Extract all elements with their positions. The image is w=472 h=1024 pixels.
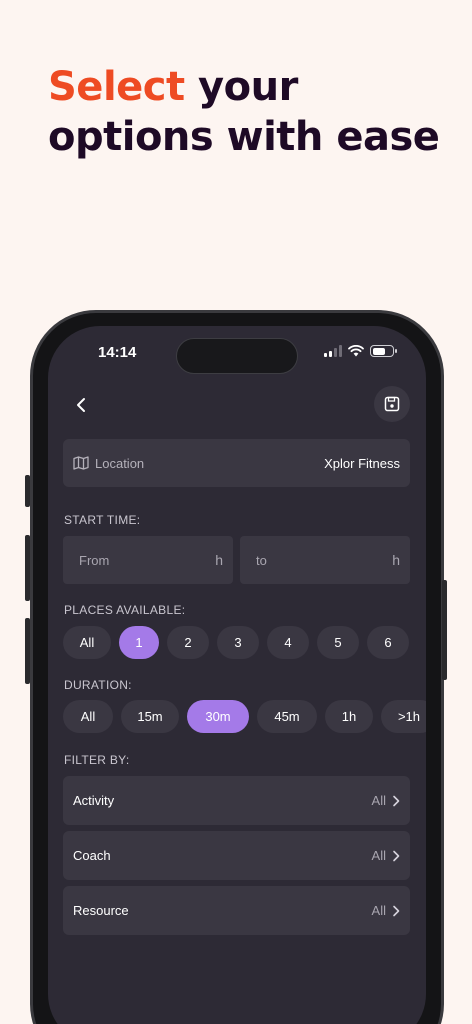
filter-value: All xyxy=(371,848,386,863)
to-placeholder: to xyxy=(256,552,267,568)
to-unit: h xyxy=(392,552,400,568)
from-placeholder: From xyxy=(79,552,110,568)
location-value: Xplor Fitness xyxy=(324,455,400,471)
duration-scroll[interactable]: All 15m 30m 45m 1h >1h xyxy=(48,700,426,734)
headline-line1-rest: your xyxy=(184,64,298,110)
duration-chip-1h[interactable]: 1h xyxy=(325,700,373,733)
duration-chip-15m[interactable]: 15m xyxy=(121,700,179,733)
save-button[interactable] xyxy=(374,386,410,422)
wifi-icon xyxy=(348,345,364,357)
map-icon xyxy=(73,456,89,470)
status-time: 14:14 xyxy=(98,344,137,361)
duration-chip-row: All 15m 30m 45m 1h >1h xyxy=(63,700,426,733)
filter-row-coach[interactable]: Coach All xyxy=(63,831,410,880)
places-chip-5[interactable]: 5 xyxy=(317,626,359,659)
filter-name: Coach xyxy=(73,848,111,863)
places-chip-1[interactable]: 1 xyxy=(119,626,159,659)
start-time-label: START TIME: xyxy=(64,513,141,527)
save-icon xyxy=(384,396,400,412)
from-unit: h xyxy=(215,552,223,568)
start-time-from-input[interactable]: From h xyxy=(63,536,233,584)
headline-line2: options with ease xyxy=(48,114,440,160)
chevron-right-icon xyxy=(393,795,400,806)
places-chip-4[interactable]: 4 xyxy=(267,626,309,659)
places-chip-6[interactable]: 6 xyxy=(367,626,409,659)
phone-mute-switch xyxy=(25,475,30,507)
filter-value: All xyxy=(371,903,386,918)
filter-row-resource[interactable]: Resource All xyxy=(63,886,410,935)
duration-label: DURATION: xyxy=(64,678,132,692)
location-label: Location xyxy=(95,455,145,471)
places-chip-3[interactable]: 3 xyxy=(217,626,259,659)
filter-name: Activity xyxy=(73,793,115,808)
headline: Select your options with ease xyxy=(48,62,440,162)
location-field[interactable]: Location Xplor Fitness xyxy=(63,439,410,487)
places-chip-row: All 1 2 3 4 5 6 xyxy=(63,626,409,659)
filter-value: All xyxy=(371,793,386,808)
duration-chip-45m[interactable]: 45m xyxy=(257,700,317,733)
filter-row-activity[interactable]: Activity All xyxy=(63,776,410,825)
filter-name: Resource xyxy=(73,903,129,918)
phone-volume-up xyxy=(25,535,30,601)
dynamic-island xyxy=(176,338,298,374)
phone-power-button xyxy=(442,580,447,680)
filter-by-label: FILTER BY: xyxy=(64,753,130,767)
duration-chip-30m[interactable]: 30m xyxy=(187,700,249,733)
chevron-right-icon xyxy=(393,905,400,916)
places-chip-2[interactable]: 2 xyxy=(167,626,209,659)
places-available-label: PLACES AVAILABLE: xyxy=(64,603,186,617)
chevron-left-icon xyxy=(77,398,85,412)
headline-accent: Select xyxy=(48,64,185,110)
phone-volume-down xyxy=(25,618,30,684)
status-icons xyxy=(324,345,397,357)
duration-chip-all[interactable]: All xyxy=(63,700,113,733)
cellular-signal-icon xyxy=(324,345,342,357)
phone-screen: 14:14 Location Xplor Fitness START TIME:… xyxy=(48,326,426,1024)
chevron-right-icon xyxy=(393,850,400,861)
battery-icon xyxy=(370,345,397,357)
back-button[interactable] xyxy=(68,392,94,418)
start-time-to-input[interactable]: to h xyxy=(240,536,410,584)
places-chip-all[interactable]: All xyxy=(63,626,111,659)
duration-chip-over-1h[interactable]: >1h xyxy=(381,700,426,733)
